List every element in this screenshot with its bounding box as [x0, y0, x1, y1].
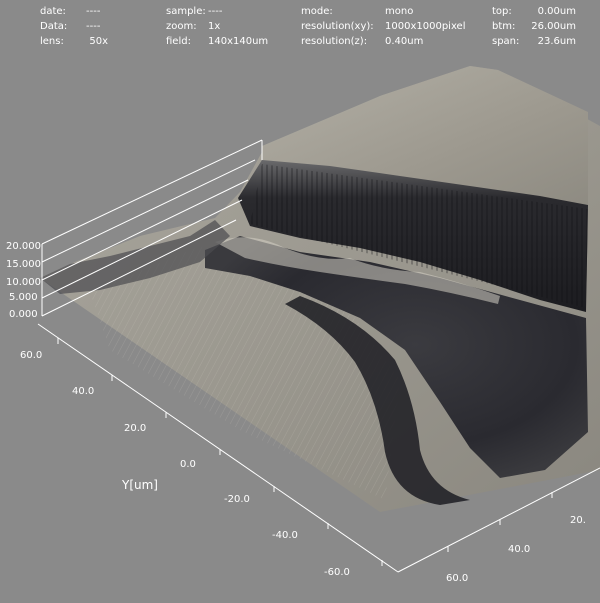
z-axis-ticks: 20.000 15.000 10.000 5.000 0.000	[6, 241, 41, 320]
3d-surface-view[interactable]: 20.000 15.000 10.000 5.000 0.000 60.0 40…	[0, 0, 600, 603]
z-tick-10: 10.000	[6, 277, 41, 288]
z-tick-20: 20.000	[6, 241, 41, 252]
z-tick-0: 0.000	[9, 309, 38, 320]
x-tick-40: 40.0	[508, 544, 530, 555]
surface-render	[40, 66, 600, 512]
y-tick-neg60: -60.0	[324, 567, 350, 578]
y-tick-neg40: -40.0	[272, 530, 298, 541]
x-tick-60: 60.0	[446, 573, 468, 584]
y-axis-label: Y[um]	[121, 478, 158, 492]
z-tick-15: 15.000	[6, 259, 41, 270]
x-tick-20: 20.	[570, 515, 586, 526]
y-tick-60: 60.0	[20, 350, 42, 361]
y-tick-0: 0.0	[180, 459, 196, 470]
y-tick-neg20: -20.0	[224, 494, 250, 505]
z-tick-5: 5.000	[9, 292, 38, 303]
y-tick-20: 20.0	[124, 423, 146, 434]
y-tick-40: 40.0	[72, 386, 94, 397]
x-axis-ticks: 60.0 40.0 20.	[446, 515, 586, 584]
